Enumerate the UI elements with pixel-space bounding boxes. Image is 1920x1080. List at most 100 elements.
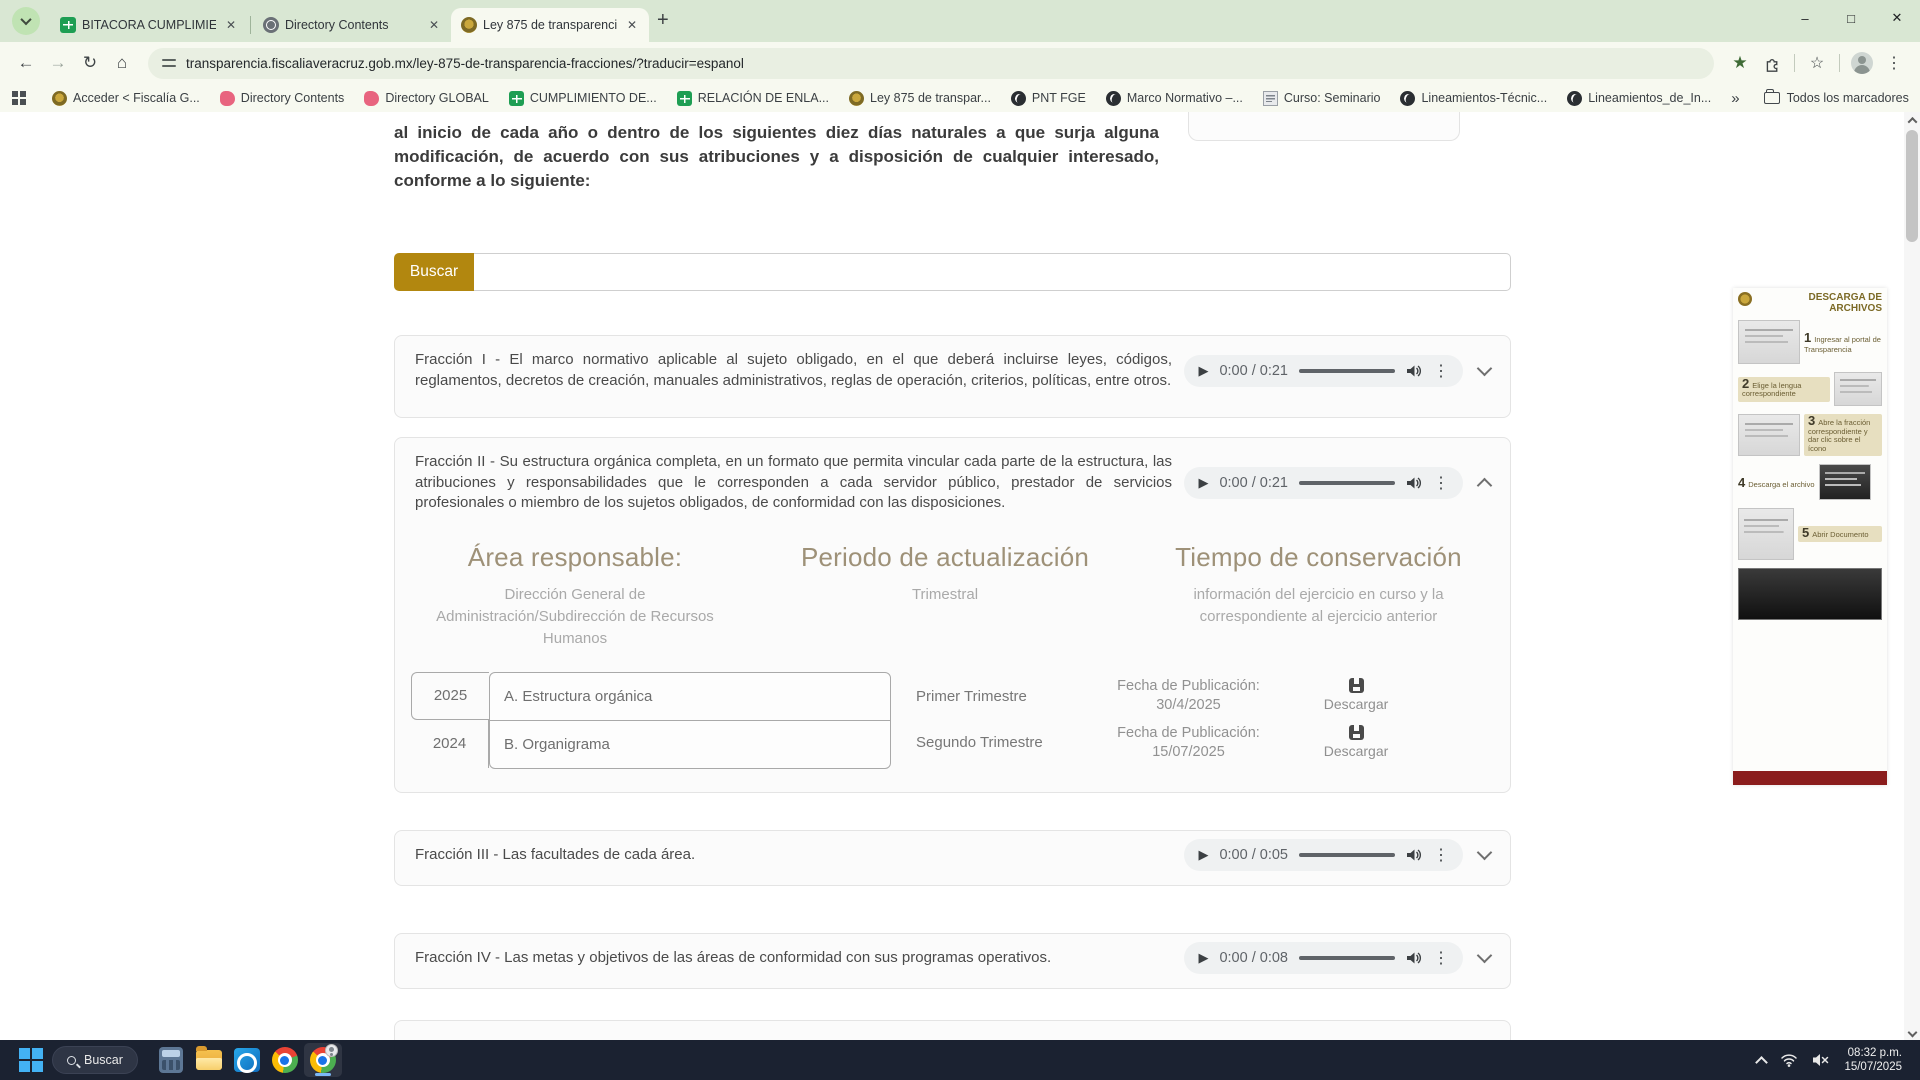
volume-icon[interactable] xyxy=(1406,475,1422,491)
sparkle-star-icon[interactable]: ☆ xyxy=(1801,47,1833,79)
fraccion-1-card[interactable]: Fracción I - El marco normativo aplicabl… xyxy=(394,335,1511,418)
wifi-icon[interactable] xyxy=(1780,1052,1798,1068)
bookmark-curso-seminario[interactable]: Curso: Seminario xyxy=(1263,91,1381,106)
sheets-icon xyxy=(60,17,76,33)
tab-close-icon[interactable]: ✕ xyxy=(623,16,641,34)
back-icon[interactable]: ← xyxy=(10,47,42,79)
extensions-icon[interactable] xyxy=(1756,47,1788,79)
periodo-actualizacion-heading: Periodo de actualización xyxy=(745,542,1145,573)
year-tab-2024[interactable]: 2024 xyxy=(411,720,489,768)
bookmark-relacion[interactable]: RELACIÓN DE ENLA... xyxy=(677,91,829,106)
item-organigrama[interactable]: B. Organigrama xyxy=(490,721,890,769)
taskbar-chrome[interactable] xyxy=(266,1043,304,1077)
fraccion-3-card[interactable]: Fracción III - Las facultades de cada ár… xyxy=(394,830,1511,886)
volume-muted-icon[interactable] xyxy=(1812,1052,1830,1068)
chevron-down-icon[interactable] xyxy=(1477,948,1493,964)
bookmarks-overflow-icon[interactable]: » xyxy=(1731,90,1739,107)
browser-menu-icon[interactable]: ⋮ xyxy=(1878,47,1910,79)
bookmark-marco-normativo[interactable]: Marco Normativo –... xyxy=(1106,91,1243,106)
all-bookmarks-button[interactable]: Todos los marcadores xyxy=(1764,91,1909,105)
reload-icon[interactable]: ↻ xyxy=(74,47,106,79)
volume-icon[interactable] xyxy=(1406,950,1422,966)
play-icon[interactable]: ▶ xyxy=(1198,847,1208,863)
tab-search-button[interactable] xyxy=(12,7,40,35)
tab-close-icon[interactable]: ✕ xyxy=(222,16,240,34)
descargar-label: Descargar xyxy=(1316,696,1396,712)
tab-ley-875-active[interactable]: Ley 875 de transparencia fracci ✕ xyxy=(451,8,649,42)
year-tab-2025[interactable]: 2025 xyxy=(411,672,489,720)
audio-seekbar[interactable] xyxy=(1299,956,1395,960)
descargar-1-link[interactable]: Descargar xyxy=(1316,678,1396,712)
profile-avatar[interactable] xyxy=(1846,47,1878,79)
audio-menu-icon[interactable]: ⋮ xyxy=(1433,845,1449,865)
audio-player[interactable]: ▶ 0:00 / 0:08 ⋮ xyxy=(1184,942,1463,974)
window-maximize-button[interactable]: □ xyxy=(1828,0,1874,36)
chevron-up-icon[interactable] xyxy=(1477,478,1493,494)
item-estructura-organica[interactable]: A. Estructura orgánica xyxy=(490,673,890,721)
tab-directory-contents[interactable]: Directory Contents ✕ xyxy=(253,8,451,42)
audio-player[interactable]: ▶ 0:00 / 0:05 ⋮ xyxy=(1184,839,1463,871)
window-minimize-button[interactable]: – xyxy=(1782,0,1828,36)
taskbar-file-explorer[interactable] xyxy=(190,1043,228,1077)
audio-player[interactable]: ▶ 0:00 / 0:21 ⋮ xyxy=(1184,467,1463,499)
save-icon[interactable] xyxy=(1349,725,1364,740)
taskbar-search[interactable]: Buscar xyxy=(52,1046,138,1074)
scroll-down-arrow[interactable] xyxy=(1904,1024,1920,1040)
bookmark-acceder[interactable]: Acceder < Fiscalía G... xyxy=(52,91,200,106)
audio-menu-icon[interactable]: ⋮ xyxy=(1433,473,1449,493)
hidden-icons-chevron[interactable] xyxy=(1756,1056,1769,1069)
audio-menu-icon[interactable]: ⋮ xyxy=(1433,948,1449,968)
scrollbar-thumb[interactable] xyxy=(1906,130,1918,242)
audio-menu-icon[interactable]: ⋮ xyxy=(1433,361,1449,381)
taskbar-calculator[interactable] xyxy=(152,1043,190,1077)
tab-close-icon[interactable]: ✕ xyxy=(425,16,443,34)
fraccion-2-card[interactable]: Fracción II - Su estructura orgánica com… xyxy=(394,437,1511,793)
apps-grid-icon[interactable] xyxy=(12,91,26,105)
step-text: Descarga el archivo xyxy=(1748,480,1814,489)
area-responsable-value: Dirección General de Administración/Subd… xyxy=(405,584,745,650)
bookmark-lineamientos-tecnic[interactable]: Lineamientos-Técnic... xyxy=(1400,91,1547,106)
bookmark-cumplimiento[interactable]: CUMPLIMIENTO DE... xyxy=(509,91,657,106)
chevron-down-icon[interactable] xyxy=(1477,845,1493,861)
infographic-step-1: 1Ingresar al portal de Transparencia xyxy=(1733,316,1887,368)
save-icon[interactable] xyxy=(1349,678,1364,693)
profile-badge xyxy=(325,1044,338,1057)
volume-icon[interactable] xyxy=(1406,847,1422,863)
bookmark-lineamientos-de-in[interactable]: Lineamientos_de_In... xyxy=(1567,91,1711,106)
taskbar-clock[interactable]: 08:32 p.m. 15/07/2025 xyxy=(1844,1046,1902,1074)
bookmark-pnt-fge[interactable]: PNT FGE xyxy=(1011,91,1086,106)
page-scrollbar[interactable] xyxy=(1904,112,1920,1040)
tab-bitacora[interactable]: BITACORA CUMPLIMIENTO DE ✕ xyxy=(50,8,248,42)
fraccion-3-text: Fracción III - Las facultades de cada ár… xyxy=(415,841,1172,869)
bookmark-ley-875[interactable]: Ley 875 de transpar... xyxy=(849,91,991,106)
audio-player[interactable]: ▶ 0:00 / 0:21 ⋮ xyxy=(1184,355,1463,387)
play-icon[interactable]: ▶ xyxy=(1198,363,1208,379)
chevron-down-icon[interactable] xyxy=(1477,360,1493,376)
search-button[interactable]: Buscar xyxy=(394,253,474,291)
bookmark-directory-contents[interactable]: Directory Contents xyxy=(220,91,345,106)
new-tab-button[interactable]: + xyxy=(657,9,669,32)
audio-seekbar[interactable] xyxy=(1299,853,1395,857)
fecha-label: Fecha de Publicación: xyxy=(1101,724,1276,743)
home-icon[interactable]: ⌂ xyxy=(106,47,138,79)
site-info-icon[interactable] xyxy=(162,57,176,69)
audio-seekbar[interactable] xyxy=(1299,369,1395,373)
scroll-up-arrow[interactable] xyxy=(1904,112,1920,128)
taskbar-outlook[interactable] xyxy=(228,1043,266,1077)
play-icon[interactable]: ▶ xyxy=(1198,950,1208,966)
descargar-2-link[interactable]: Descargar xyxy=(1316,725,1396,759)
audio-seekbar[interactable] xyxy=(1299,481,1395,485)
step-thumbnail xyxy=(1738,568,1882,620)
window-close-button[interactable]: ✕ xyxy=(1874,0,1920,36)
fraccion-4-card[interactable]: Fracción IV - Las metas y objetivos de l… xyxy=(394,933,1511,989)
search-bar: Buscar xyxy=(394,253,1511,291)
bookmark-star-icon[interactable]: ★ xyxy=(1724,47,1756,79)
start-button[interactable] xyxy=(18,1047,44,1073)
play-icon[interactable]: ▶ xyxy=(1198,475,1208,491)
search-input[interactable] xyxy=(474,253,1511,291)
bookmark-directory-global[interactable]: Directory GLOBAL xyxy=(364,91,489,106)
forward-icon[interactable]: → xyxy=(42,47,74,79)
volume-icon[interactable] xyxy=(1406,363,1422,379)
address-bar[interactable]: transparencia.fiscaliaveracruz.gob.mx/le… xyxy=(148,48,1714,79)
taskbar-chrome-active[interactable] xyxy=(304,1043,342,1077)
